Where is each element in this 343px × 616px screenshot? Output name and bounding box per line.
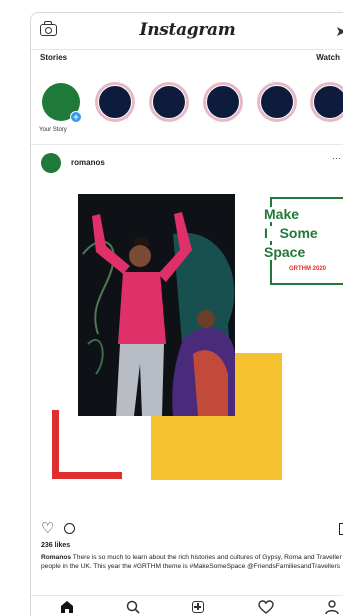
- story-avatar[interactable]: [203, 82, 243, 122]
- headline-line: Make: [264, 207, 303, 222]
- home-icon[interactable]: [59, 599, 75, 615]
- add-icon[interactable]: [191, 599, 207, 615]
- your-story-label: Your Story: [39, 127, 67, 133]
- red-corner-bracket: [52, 410, 59, 479]
- dancer-photo: [78, 194, 235, 416]
- post-actions: ♡: [31, 521, 343, 539]
- post-caption: Romanos There is so much to learn about …: [41, 553, 343, 571]
- divider: [31, 144, 343, 145]
- watch-all-link[interactable]: Watch: [316, 53, 340, 62]
- caption-text: There is so much to learn about the rich…: [41, 554, 342, 570]
- post-image[interactable]: Make I Some Space GRTHM 2020: [31, 179, 343, 516]
- make-some-space-logo: Make I Some Space GRTHM 2020: [261, 189, 343, 289]
- story-avatar[interactable]: [95, 82, 135, 122]
- stories-header: Stories Watch: [31, 53, 343, 67]
- top-header: Instagram ➤: [31, 13, 343, 50]
- comment-icon[interactable]: [64, 523, 75, 534]
- profile-icon[interactable]: [324, 599, 340, 615]
- story-avatar[interactable]: [310, 82, 343, 122]
- heart-icon[interactable]: [258, 599, 274, 615]
- send-icon[interactable]: ➤: [335, 23, 343, 40]
- app-logo: Instagram: [139, 20, 236, 40]
- grthm-tag: GRTHM 2020: [287, 266, 329, 272]
- caption-username[interactable]: Romanos: [41, 554, 71, 561]
- headline-line: I Some: [264, 225, 318, 241]
- stories-title: Stories: [40, 53, 68, 62]
- instagram-feed: Instagram ➤ Stories Watch + Your Story r…: [30, 12, 343, 616]
- post-author-username[interactable]: romanos: [71, 158, 105, 167]
- more-options-icon[interactable]: ⋯: [332, 153, 341, 164]
- headline-line: Space: [264, 245, 309, 260]
- like-heart-icon[interactable]: ♡: [41, 521, 54, 537]
- add-story-icon[interactable]: +: [70, 111, 82, 123]
- stories-tray: + Your Story: [31, 69, 343, 139]
- likes-count[interactable]: 236 likes: [41, 542, 70, 549]
- bookmark-icon[interactable]: [339, 523, 343, 535]
- search-icon[interactable]: [125, 599, 141, 615]
- story-avatar[interactable]: [257, 82, 297, 122]
- red-corner-bracket-base: [52, 472, 122, 479]
- story-avatar[interactable]: [149, 82, 189, 122]
- post-author-avatar[interactable]: [41, 153, 61, 173]
- bottom-nav: [31, 595, 343, 616]
